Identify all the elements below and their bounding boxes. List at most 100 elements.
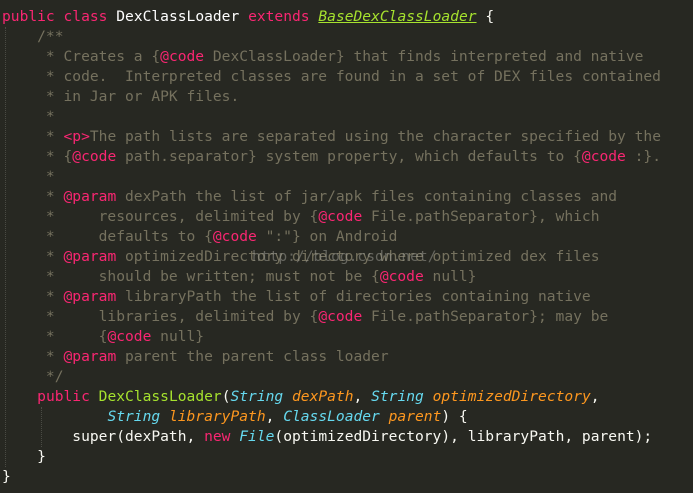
- param-optimizeddirectory: optimizedDirectory: [432, 388, 591, 405]
- javadoc-code-tag: @code: [379, 268, 424, 285]
- code-line-8[interactable]: * {@code path.separator} system property…: [2, 147, 693, 167]
- code-line-5[interactable]: * in Jar or APK files.: [2, 87, 693, 107]
- javadoc-param-tag: @param: [63, 348, 117, 365]
- param-librarypath: libraryPath: [168, 408, 266, 425]
- code-line-10[interactable]: * @param dexPath the list of jar/apk fil…: [2, 187, 693, 207]
- class-name: DexClassLoader: [116, 8, 240, 25]
- type-string: String: [107, 408, 161, 425]
- comment-text: dexPath the list of jar/apk files contai…: [116, 188, 618, 205]
- comment-text: *: [2, 188, 64, 205]
- code-line-12[interactable]: * defaults to {@code ":"} on Android: [2, 227, 693, 247]
- comment-text: *: [2, 348, 64, 365]
- type-string: String: [230, 388, 284, 405]
- indent-guide: [5, 27, 6, 467]
- javadoc-param-tag: @param: [63, 188, 117, 205]
- comment-text: *: [2, 288, 64, 305]
- javadoc-code-tag: @code: [212, 228, 257, 245]
- code-line-16[interactable]: * libraries, delimited by {@code File.pa…: [2, 307, 693, 327]
- code-line-24[interactable]: }: [2, 467, 693, 487]
- comment-text: The path lists are separated using the c…: [89, 128, 661, 145]
- comment-text: DexClassLoader} that finds interpreted a…: [204, 48, 644, 65]
- type-classloader: ClassLoader: [283, 408, 380, 425]
- comment-text: *: [2, 248, 64, 265]
- javadoc-code-tag: @code: [318, 208, 363, 225]
- keyword-new: new: [204, 428, 231, 445]
- type-file: File: [239, 428, 275, 445]
- comment-text: ":"} on Android: [256, 228, 398, 245]
- comment-text: parent the parent class loader: [116, 348, 389, 365]
- code-line-14[interactable]: * should be written; must not be {@code …: [2, 267, 693, 287]
- super-call-args: (optimizedDirectory), libraryPath, paren…: [274, 428, 653, 445]
- param-dexpath: dexPath: [292, 388, 354, 405]
- comment-text: File.pathSeparator}, which: [362, 208, 600, 225]
- keyword-public: public: [37, 388, 90, 405]
- code-line-6[interactable]: *: [2, 107, 693, 127]
- comma: ,: [590, 388, 600, 405]
- comment-text: * {: [2, 328, 108, 345]
- comment-text: * {: [2, 148, 73, 165]
- javadoc-code-tag: @code: [581, 148, 626, 165]
- html-p-tag: <p>: [63, 128, 90, 145]
- javadoc-param-tag: @param: [63, 248, 117, 265]
- keyword-extends: extends: [248, 8, 310, 25]
- code-line-22[interactable]: super(dexPath, new File(optimizedDirecto…: [2, 427, 693, 447]
- type-string: String: [371, 388, 424, 405]
- code-line-19[interactable]: */: [2, 367, 693, 387]
- code-line-20[interactable]: public DexClassLoader(String dexPath, St…: [2, 387, 693, 407]
- comment-text: null}: [423, 268, 477, 285]
- close-paren-brace: ) {: [441, 408, 468, 425]
- comment-text: :}.: [625, 148, 661, 165]
- comment-text: optimizedDirectory directory where optim…: [116, 248, 600, 265]
- open-brace: {: [476, 8, 495, 25]
- comment-text: * resources, delimited by {: [2, 208, 319, 225]
- code-line-1[interactable]: public class DexClassLoader extends Base…: [2, 7, 693, 27]
- superclass-name: BaseDexClassLoader: [318, 8, 477, 25]
- comma: ,: [353, 388, 372, 405]
- code-line-15[interactable]: * @param libraryPath the list of directo…: [2, 287, 693, 307]
- code-line-11[interactable]: * resources, delimited by {@code File.pa…: [2, 207, 693, 227]
- javadoc-code-tag: @code: [160, 48, 205, 65]
- code-line-13[interactable]: * @param optimizedDirectory directory wh…: [2, 247, 693, 267]
- comma: ,: [265, 408, 284, 425]
- comment-text: * Creates a {: [2, 48, 161, 65]
- comment-text: path.separator} system property, which d…: [116, 148, 582, 165]
- javadoc-param-tag: @param: [63, 288, 117, 305]
- code-line-17[interactable]: * {@code null}: [2, 327, 693, 347]
- code-line-3[interactable]: * Creates a {@code DexClassLoader} that …: [2, 47, 693, 67]
- code-line-23[interactable]: }: [2, 447, 693, 467]
- code-line-7[interactable]: * <p>The path lists are separated using …: [2, 127, 693, 147]
- code-line-2[interactable]: /**: [2, 27, 693, 47]
- javadoc-code-tag: @code: [318, 308, 363, 325]
- indent-guide: [41, 407, 42, 447]
- comment-text: *: [2, 128, 64, 145]
- keyword-public: public: [2, 8, 55, 25]
- comment-text: * libraries, delimited by {: [2, 308, 319, 325]
- param-parent: parent: [388, 408, 442, 425]
- keyword-class: class: [63, 8, 108, 25]
- code-line-9[interactable]: *: [2, 167, 693, 187]
- comment-text: * defaults to {: [2, 228, 213, 245]
- comment-text: File.pathSeparator}; may be: [362, 308, 609, 325]
- code-line-18[interactable]: * @param parent the parent class loader: [2, 347, 693, 367]
- javadoc-code-tag: @code: [107, 328, 152, 345]
- comment-text: * should be written; must not be {: [2, 268, 380, 285]
- super-call: super(dexPath,: [2, 428, 205, 445]
- code-line-4[interactable]: * code. Interpreted classes are found in…: [2, 67, 693, 87]
- constructor-name: DexClassLoader: [98, 388, 222, 405]
- comment-text: null}: [151, 328, 205, 345]
- comment-text: libraryPath the list of directories cont…: [116, 288, 591, 305]
- code-line-21[interactable]: String libraryPath, ClassLoader parent) …: [2, 407, 693, 427]
- code-editor[interactable]: public class DexClassLoader extends Base…: [0, 0, 693, 493]
- javadoc-code-tag: @code: [72, 148, 117, 165]
